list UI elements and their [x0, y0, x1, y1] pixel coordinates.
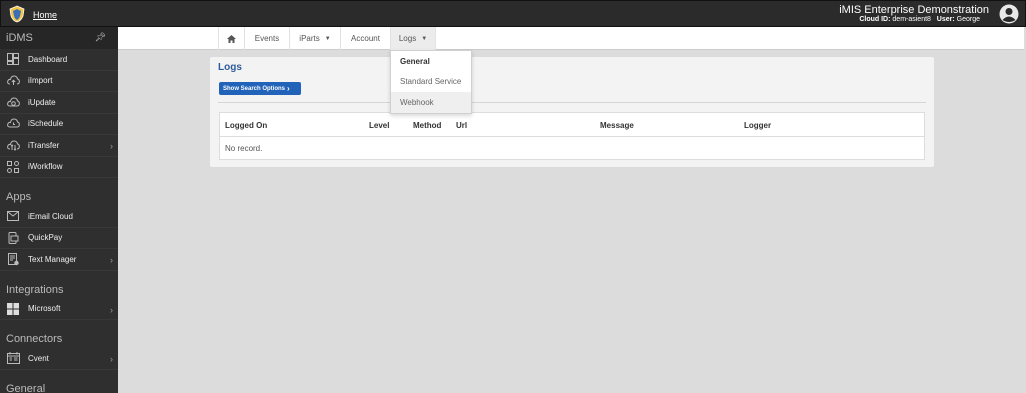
nav-logs-label: Logs: [398, 34, 417, 43]
nav-events-label: Events: [254, 34, 280, 43]
sidebar-section-title: iDMS: [6, 32, 33, 44]
nav-home[interactable]: [218, 27, 245, 50]
column-header-logged-on[interactable]: Logged On: [225, 121, 267, 130]
cloud-upload-icon: [6, 74, 20, 88]
sidebar-section-apps: Apps: [0, 178, 118, 206]
sidebar-item-label: iImport: [28, 76, 53, 86]
menu-item-general[interactable]: General: [391, 51, 471, 72]
sidebar-item-quickpay[interactable]: QuickPay: [0, 228, 118, 249]
sidebar-item-label: iWorkflow: [28, 162, 63, 172]
sidebar-section-title: Integrations: [6, 283, 64, 296]
top-bar: Home iMIS Enterprise Demonstration Cloud…: [0, 0, 1026, 27]
sidebar-item-label: iSchedule: [28, 119, 64, 129]
sidebar-item-label: Microsoft: [28, 304, 61, 314]
chevron-right-icon: ›: [110, 304, 113, 315]
user-avatar-icon[interactable]: [999, 4, 1019, 24]
cloud-id-value: dem-asient8: [892, 16, 931, 23]
sidebar-item-iupdate[interactable]: iUpdate: [0, 92, 118, 114]
sidebar-item-microsoft[interactable]: Microsoft ›: [0, 299, 118, 320]
show-search-options-button[interactable]: Show Search Options ›: [219, 82, 301, 95]
sidebar-item-itransfer[interactable]: iTransfer ›: [0, 135, 118, 157]
workflow-icon: [6, 160, 20, 174]
sidebar-item-label: iEmail Cloud: [28, 211, 73, 221]
sidebar-item-iemail-cloud[interactable]: iEmail Cloud: [0, 206, 118, 228]
sidebar-section-general: General: [0, 370, 118, 393]
sidebar-item-iimport[interactable]: iImport: [0, 71, 118, 92]
sidebar-section-title: Connectors: [6, 333, 63, 345]
user-label: User:: [936, 16, 955, 23]
nav-logs[interactable]: Logs ▼: [391, 27, 436, 50]
column-header-logger[interactable]: Logger: [744, 121, 771, 130]
cloud-id-label: Cloud ID:: [859, 16, 891, 23]
brand-logo-icon: [9, 5, 25, 23]
user-value: George: [956, 16, 980, 23]
sidebar-item-label: Dashboard: [28, 54, 68, 64]
page-title: Logs: [218, 62, 242, 73]
cloud-refresh-icon: [6, 95, 20, 109]
cloud-transfer-icon: [6, 138, 20, 152]
empty-table-message: No record.: [225, 143, 263, 153]
show-search-options-label: Show Search Options: [223, 85, 286, 92]
app-title: iMIS Enterprise Demonstration: [839, 4, 989, 16]
cvent-icon: [6, 351, 20, 365]
menu-item-webhook[interactable]: Webhook: [391, 92, 471, 113]
caret-down-icon: ▼: [324, 35, 331, 42]
column-header-url[interactable]: Url: [456, 121, 467, 130]
nav-iparts-label: iParts: [299, 34, 320, 43]
main-content: Events iParts ▼ Account Logs ▼ General Sta…: [118, 27, 1024, 391]
sidebar: iDMS 📌︎ Dashboard iImport iUpdate iSched…: [0, 27, 118, 393]
sidebar-section-integrations: Integrations: [0, 271, 118, 299]
sidebar-section-title: General: [6, 382, 46, 393]
top-nav: Events iParts ▼ Account Logs ▼: [118, 27, 1024, 50]
sidebar-item-cvent[interactable]: Cvent ›: [0, 348, 118, 370]
chevron-right-icon: ›: [110, 141, 113, 151]
sidebar-section-title: Apps: [6, 191, 32, 203]
sidebar-item-label: iTransfer: [28, 140, 60, 150]
chevron-right-icon: ›: [287, 84, 290, 93]
column-header-level[interactable]: Level: [369, 121, 389, 130]
sidebar-item-text-manager[interactable]: Text Manager ›: [0, 249, 118, 271]
sidebar-item-label: Text Manager: [28, 254, 77, 264]
email-icon: [6, 209, 20, 223]
home-icon: [227, 34, 236, 43]
dashboard-icon: [6, 52, 20, 66]
column-header-message[interactable]: Message: [600, 121, 634, 130]
logs-dropdown-menu: General Standard Service Webhook: [390, 50, 472, 114]
pin-icon[interactable]: 📌︎: [95, 32, 106, 43]
nav-events[interactable]: Events: [245, 27, 290, 50]
cloud-info: Cloud ID: dem-asient8 User: George: [859, 16, 980, 23]
sidebar-item-label: Cvent: [28, 353, 49, 363]
divider: [218, 102, 926, 103]
cloud-clock-icon: [6, 117, 20, 131]
logs-table: Logged On Level Method Url Message Logge…: [219, 112, 925, 160]
nav-account-label: Account: [351, 34, 380, 43]
nav-iparts[interactable]: iParts ▼: [290, 27, 341, 50]
sidebar-item-iworkflow[interactable]: iWorkflow: [0, 157, 118, 178]
logs-panel: Logs Show Search Options › Logged On Lev…: [210, 57, 934, 167]
home-link[interactable]: Home: [33, 10, 57, 20]
sidebar-item-label: iUpdate: [28, 97, 56, 107]
table-row: No record.: [220, 137, 924, 159]
chevron-right-icon: ›: [110, 255, 113, 265]
text-manager-icon: [6, 252, 20, 266]
menu-item-standard-service[interactable]: Standard Service: [391, 72, 471, 93]
caret-down-icon: ▼: [421, 35, 428, 42]
table-header: Logged On Level Method Url Message Logge…: [220, 113, 924, 137]
sidebar-section-connectors: Connectors: [0, 320, 118, 348]
chevron-right-icon: ›: [110, 354, 113, 364]
payment-icon: [6, 231, 20, 245]
column-header-method[interactable]: Method: [413, 121, 441, 130]
sidebar-item-dashboard[interactable]: Dashboard: [0, 49, 118, 71]
nav-account[interactable]: Account: [341, 27, 391, 50]
sidebar-item-ischedule[interactable]: iSchedule: [0, 114, 118, 135]
microsoft-icon: [6, 302, 20, 316]
sidebar-section-idms: iDMS 📌︎: [0, 27, 118, 49]
sidebar-item-label: QuickPay: [28, 233, 63, 243]
